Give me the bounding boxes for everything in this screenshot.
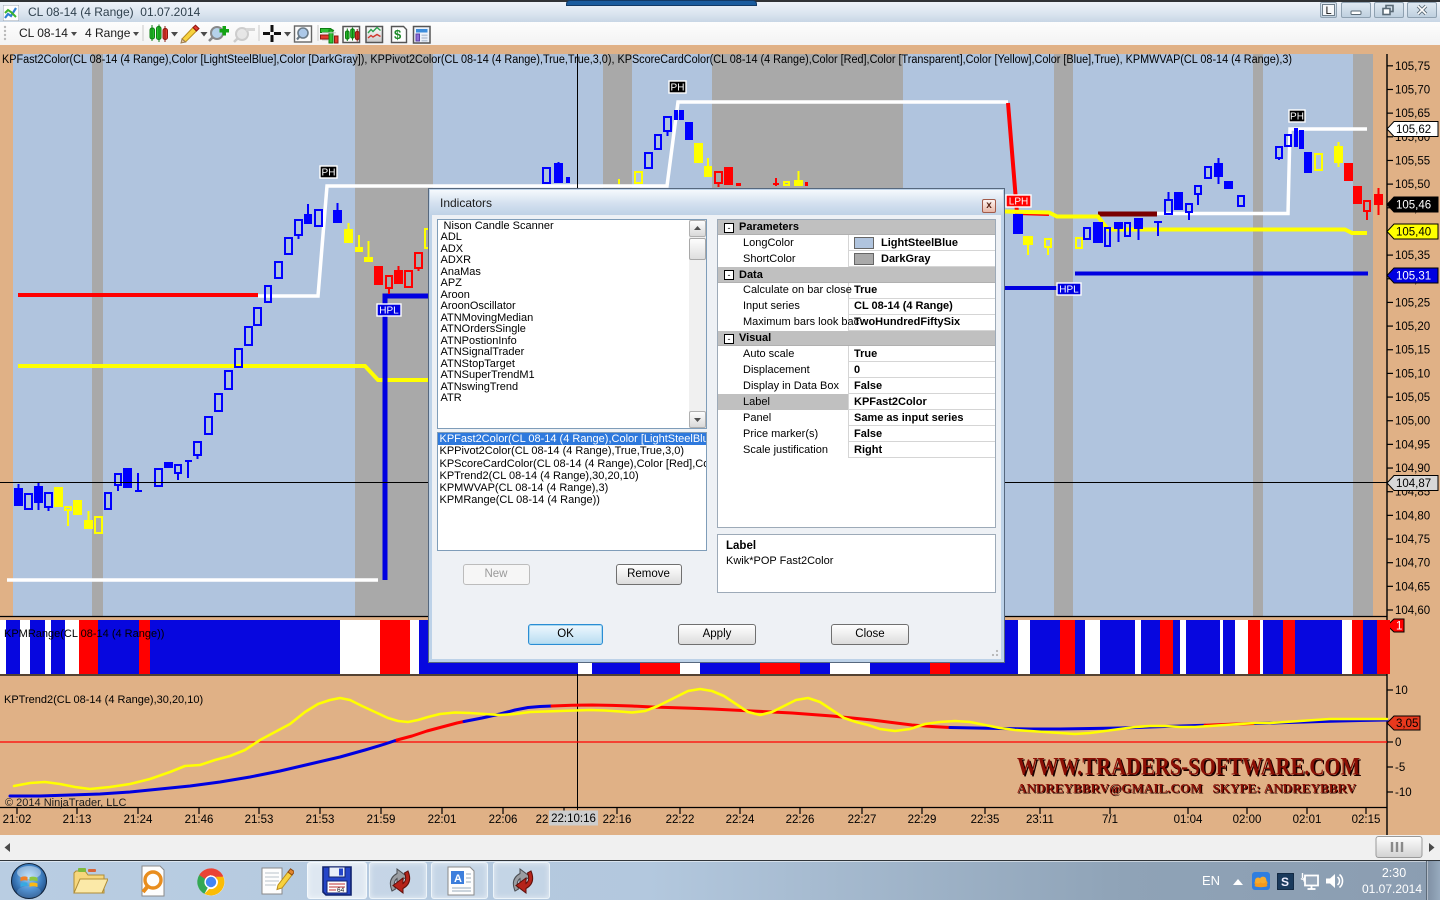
svg-text:105,35: 105,35 <box>1395 250 1430 262</box>
svg-text:104,87: 104,87 <box>1396 478 1431 490</box>
svg-text:105,31: 105,31 <box>1396 271 1431 283</box>
svg-text:22:01: 22:01 <box>428 814 457 826</box>
svg-text:21:59: 21:59 <box>367 814 396 826</box>
svg-text:104,70: 104,70 <box>1395 558 1430 570</box>
svg-text:105,65: 105,65 <box>1395 108 1430 120</box>
svg-text:LPH: LPH <box>1009 197 1028 208</box>
svg-text:4 Range: 4 Range <box>85 26 131 40</box>
svg-text:104,90: 104,90 <box>1395 463 1430 475</box>
svg-text:105,20: 105,20 <box>1395 321 1430 333</box>
svg-text:104,75: 104,75 <box>1395 534 1430 546</box>
svg-text:22:35: 22:35 <box>971 814 1000 826</box>
svg-text:KPMRange(CL 08-14 (4 Range)): KPMRange(CL 08-14 (4 Range)) <box>4 628 164 640</box>
svg-text:02:15: 02:15 <box>1352 814 1381 826</box>
svg-text:10: 10 <box>1395 685 1408 697</box>
svg-text:105,50: 105,50 <box>1395 179 1430 191</box>
svg-text:21:53: 21:53 <box>245 814 274 826</box>
svg-text:PH: PH <box>1290 112 1304 123</box>
svg-text:21:13: 21:13 <box>63 814 92 826</box>
svg-text:104,65: 104,65 <box>1395 581 1430 593</box>
svg-text:7/1: 7/1 <box>1102 814 1118 826</box>
svg-text:21:24: 21:24 <box>124 814 153 826</box>
svg-text:105,75: 105,75 <box>1395 61 1430 73</box>
svg-text:A: A <box>454 873 462 885</box>
svg-text:WWW.TRADERS-SOFTWARE.COM: WWW.TRADERS-SOFTWARE.COM <box>1017 754 1360 781</box>
svg-text:© 2014 NinjaTrader, LLC: © 2014 NinjaTrader, LLC <box>5 797 126 809</box>
svg-text:22:10:16: 22:10:16 <box>551 813 596 825</box>
svg-text:21:02: 21:02 <box>3 814 32 826</box>
svg-text:HPL: HPL <box>379 306 399 317</box>
svg-text:KPTrend2(CL 08-14 (4 Range),30: KPTrend2(CL 08-14 (4 Range),30,20,10) <box>4 694 203 706</box>
svg-text:105,40: 105,40 <box>1396 227 1431 239</box>
svg-text:22:27: 22:27 <box>848 814 877 826</box>
svg-text:105,62: 105,62 <box>1396 124 1431 136</box>
svg-text:22:29: 22:29 <box>908 814 937 826</box>
svg-text:PH: PH <box>671 83 685 94</box>
svg-text:22:24: 22:24 <box>726 814 755 826</box>
svg-text:HPL: HPL <box>1059 285 1079 296</box>
svg-text:21:53: 21:53 <box>306 814 335 826</box>
svg-text:105,05: 105,05 <box>1395 392 1430 404</box>
svg-text:01:04: 01:04 <box>1174 814 1203 826</box>
svg-text:02:00: 02:00 <box>1233 814 1262 826</box>
svg-text:22:26: 22:26 <box>786 814 815 826</box>
svg-text:-10: -10 <box>1395 787 1412 799</box>
svg-text:105,15: 105,15 <box>1395 345 1430 357</box>
svg-text:104,80: 104,80 <box>1395 510 1430 522</box>
svg-text:22:16: 22:16 <box>603 814 632 826</box>
svg-text:02:01: 02:01 <box>1293 814 1322 826</box>
svg-text:ANDREYBBRV@GMAIL.COM SKYPE:: ANDREYBBRV@GMAIL.COM SKYPE: ANDREYBBRV <box>1017 782 1356 796</box>
svg-text:3,05: 3,05 <box>1396 718 1418 730</box>
svg-text:23:11: 23:11 <box>1026 814 1054 826</box>
svg-text:105,70: 105,70 <box>1395 84 1430 96</box>
svg-text:22:22: 22:22 <box>666 814 695 826</box>
svg-text:KPFast2Color(CL 08-14 (4 Range: KPFast2Color(CL 08-14 (4 Range),Color [L… <box>2 54 1292 66</box>
svg-text:104,95: 104,95 <box>1395 439 1430 451</box>
svg-text:105,55: 105,55 <box>1395 155 1430 167</box>
svg-text:PH: PH <box>322 168 336 179</box>
svg-text:21:46: 21:46 <box>185 814 214 826</box>
svg-text:105,46: 105,46 <box>1396 200 1431 212</box>
svg-text:1: 1 <box>1396 621 1402 633</box>
svg-text:105,00: 105,00 <box>1395 416 1430 428</box>
svg-text:104,60: 104,60 <box>1395 605 1430 617</box>
svg-text:64: 64 <box>337 887 345 894</box>
svg-text:105,25: 105,25 <box>1395 297 1430 309</box>
svg-text:22: 22 <box>536 814 549 826</box>
svg-text:105,10: 105,10 <box>1395 368 1430 380</box>
svg-text:0: 0 <box>1395 737 1401 749</box>
svg-text:CL 08-14: CL 08-14 <box>19 26 68 40</box>
svg-text:22:06: 22:06 <box>489 814 518 826</box>
svg-text:S: S <box>1281 875 1289 889</box>
svg-text:-5: -5 <box>1395 762 1405 774</box>
svg-text:$: $ <box>394 27 402 42</box>
